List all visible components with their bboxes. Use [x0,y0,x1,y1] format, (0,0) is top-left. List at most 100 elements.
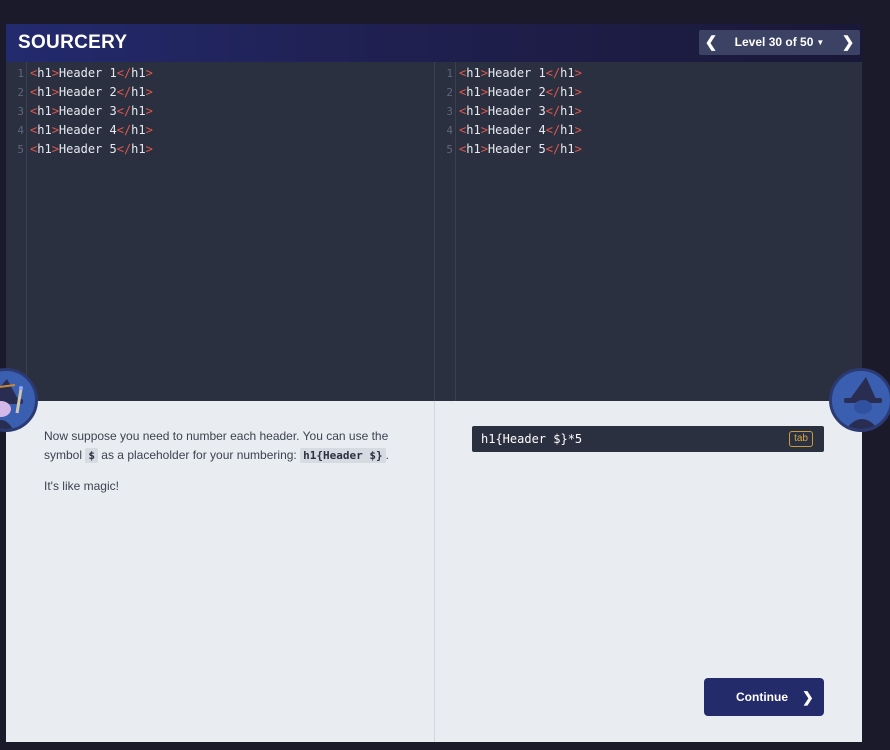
chevron-right-icon: ❯ [802,689,814,705]
tag-bracket: > [51,85,59,99]
line-number: 4 [446,124,453,137]
line-number: 5 [446,143,453,156]
line-number: 1 [446,67,453,80]
tag-bracket: > [51,104,59,118]
code-token: h1 [466,66,481,80]
code-token: Header 4 [487,123,546,137]
code-token: h1 [466,142,481,156]
code-token: Header 3 [58,104,117,118]
chevron-left-icon[interactable]: ❮ [699,30,723,55]
tag-bracket: </ [116,104,132,118]
tab-key-badge: tab [789,431,813,447]
tag-bracket: > [480,85,488,99]
code-token: h1 [466,104,481,118]
tag-bracket: > [145,104,153,118]
dollar-symbol-code: $ [85,448,98,463]
emmet-input-value: h1{Header $}*5 [481,432,583,446]
code-token: h1 [37,66,52,80]
tag-bracket: > [574,66,582,80]
code-text: <h1>Header 5</h1> [30,140,153,159]
code-token: h1 [131,142,146,156]
code-text: <h1>Header 3</h1> [30,102,153,121]
tag-bracket: > [145,66,153,80]
tag-bracket: > [574,142,582,156]
tag-bracket: </ [116,85,132,99]
tag-bracket: </ [545,85,561,99]
line-number: 2 [17,86,24,99]
code-text: <h1>Header 2</h1> [30,83,153,102]
code-token: Header 1 [487,66,546,80]
code-token: h1 [37,142,52,156]
tag-bracket: > [574,123,582,137]
chevron-right-icon[interactable]: ❯ [836,30,860,55]
tag-bracket: </ [116,123,132,137]
code-token: h1 [466,123,481,137]
code-token: Header 5 [487,142,546,156]
app-logo: SOURCERY [18,32,128,53]
code-text: <h1>Header 3</h1> [459,102,582,121]
tag-bracket: > [145,123,153,137]
code-token: h1 [560,66,575,80]
example-code: h1{Header $} [300,448,386,463]
tag-bracket: </ [545,123,561,137]
code-token: h1 [131,66,146,80]
tag-bracket: > [574,104,582,118]
line-number: 4 [17,124,24,137]
code-token: h1 [560,85,575,99]
tag-bracket: > [51,66,59,80]
level-label: Level 30 of 50 [734,35,814,49]
instruction-text: Now suppose you need to number each head… [44,427,404,508]
code-token: h1 [131,104,146,118]
lesson-panel: Now suppose you need to number each head… [6,401,862,742]
instruction-text-part: as a placeholder for your numbering: [97,448,301,462]
tag-bracket: > [480,66,488,80]
code-token: Header 1 [58,66,117,80]
line-number: 2 [446,86,453,99]
tag-bracket: > [480,123,488,137]
tag-bracket: > [145,142,153,156]
tag-bracket: > [480,142,488,156]
top-bar: SOURCERY ❮ Level 30 of 50 ▼ ❯ [6,24,862,62]
code-token: Header 5 [58,142,117,156]
code-token: h1 [37,104,52,118]
tag-bracket: > [51,142,59,156]
tag-bracket: > [51,123,59,137]
line-number: 5 [17,143,24,156]
emmet-input[interactable]: h1{Header $}*5 tab [472,426,824,452]
wizard-avatar-icon [829,368,890,432]
tag-bracket: </ [116,142,132,156]
code-text: <h1>Header 1</h1> [30,64,153,83]
continue-button[interactable]: Continue ❯ [704,678,824,716]
code-token: h1 [131,123,146,137]
code-token: h1 [560,104,575,118]
tag-bracket: </ [545,142,561,156]
code-token: h1 [131,85,146,99]
code-token: h1 [560,123,575,137]
code-text: <h1>Header 4</h1> [30,121,153,140]
instruction-paragraph: Now suppose you need to number each head… [44,427,404,465]
app-window: SOURCERY ❮ Level 30 of 50 ▼ ❯ 1 <h1>Header… [6,24,862,742]
instruction-paragraph-2: It's like magic! [44,479,119,493]
caret-down-icon: ▼ [816,38,825,47]
line-number: 3 [17,105,24,118]
code-text: <h1>Header 5</h1> [459,140,582,159]
tag-bracket: </ [545,104,561,118]
tag-bracket: </ [116,66,132,80]
level-navigator: ❮ Level 30 of 50 ▼ ❯ [699,30,860,55]
code-text: <h1>Header 4</h1> [459,121,582,140]
code-token: h1 [37,123,52,137]
tag-bracket: > [480,104,488,118]
code-token: h1 [466,85,481,99]
code-token: Header 2 [487,85,546,99]
code-token: Header 2 [58,85,117,99]
level-select[interactable]: Level 30 of 50 ▼ [727,30,832,55]
tag-bracket: </ [545,66,561,80]
tag-bracket: > [574,85,582,99]
panel-divider [434,401,435,742]
line-number: 3 [446,105,453,118]
code-editor-right[interactable]: 1 <h1>Header 1</h1> 2 <h1>Header 2</h1> 3 <h1… [435,62,862,401]
code-token: h1 [560,142,575,156]
continue-label: Continue [736,690,788,704]
line-number: 1 [17,67,24,80]
code-editor-left[interactable]: 1 <h1>Header 1</h1> 2 <h1>Header 2</h1> 3 <h1… [6,62,435,401]
